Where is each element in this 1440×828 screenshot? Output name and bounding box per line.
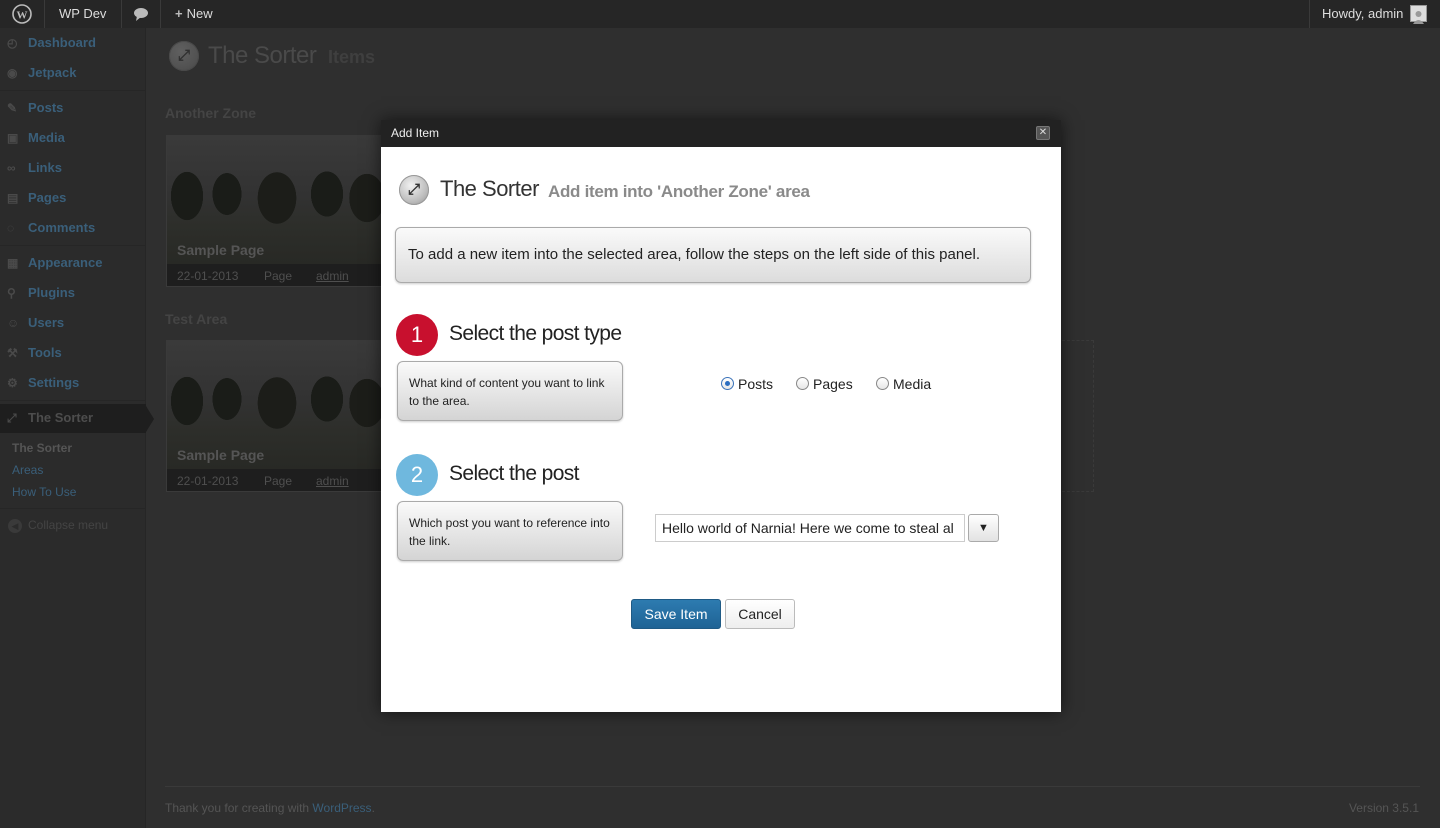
users-icon: ☺ xyxy=(7,316,20,330)
admin-bar: W WP Dev + New Howdy, admin xyxy=(0,0,1440,28)
footer-divider xyxy=(165,786,1420,787)
footer-thanks: Thank you for creating with WordPress. xyxy=(165,801,375,815)
collapse-arrow-icon: ◀ xyxy=(8,519,22,533)
tools-icon: ⚒ xyxy=(7,346,18,360)
svg-text:W: W xyxy=(17,10,28,22)
sidebar-item-posts[interactable]: ✎ Posts xyxy=(0,94,146,122)
sidebar-item-plugins[interactable]: ⚲ Plugins xyxy=(0,279,146,307)
footer-thanks-prefix: Thank you for creating with xyxy=(165,801,310,815)
wordpress-link[interactable]: WordPress xyxy=(312,801,371,815)
card-author-link[interactable]: admin xyxy=(316,264,349,286)
comments-bubble-icon[interactable] xyxy=(133,0,149,28)
sidebar-item-jetpack[interactable]: ◉ Jetpack xyxy=(0,59,146,87)
step-1-title: Select the post type xyxy=(449,322,622,345)
save-item-button[interactable]: Save Item xyxy=(631,599,721,629)
radio-label: Posts xyxy=(738,376,774,392)
site-name-link[interactable]: WP Dev xyxy=(59,0,106,28)
page-subtitle: Items xyxy=(328,47,376,67)
jetpack-icon: ◉ xyxy=(7,66,18,80)
step-1-description: What kind of content you want to link to… xyxy=(397,361,623,421)
avatar[interactable] xyxy=(1410,5,1427,24)
card-date: 22-01-2013 xyxy=(177,474,239,488)
modal-title: Add Item xyxy=(391,126,440,140)
card-type: Page xyxy=(264,474,293,488)
footer-version: Version 3.5.1 xyxy=(1348,801,1419,815)
sidebar-item-media[interactable]: ▣ Media xyxy=(0,124,146,152)
posts-icon: ✎ xyxy=(7,101,18,115)
card-thumbnail xyxy=(167,351,383,431)
sidebar-item-dashboard[interactable]: ◴ Dashboard xyxy=(0,29,146,57)
plugins-icon: ⚲ xyxy=(7,286,16,300)
comments-icon: ◌ xyxy=(7,221,15,235)
card-meta: 22-01-2013 Page admin xyxy=(167,469,383,491)
item-card[interactable]: Sample Page 22-01-2013 Page admin xyxy=(166,135,384,287)
submenu-item-the-sorter[interactable]: The Sorter xyxy=(12,441,72,455)
drop-zone-placeholder xyxy=(1062,340,1094,492)
step-1-description-text: What kind of content you want to link to… xyxy=(409,376,605,408)
radio-checked-icon xyxy=(721,377,734,390)
card-title: Sample Page xyxy=(177,242,265,258)
post-select-input[interactable]: Hello world of Narnia! Here we come to s… xyxy=(655,514,965,542)
modal-subtitle: Add item into 'Another Zone' area xyxy=(548,182,810,201)
card-title: Sample Page xyxy=(177,447,265,463)
page-title: The Sorter xyxy=(208,42,317,69)
sidebar-item-settings[interactable]: ⚙ Settings xyxy=(0,369,146,397)
pages-icon: ▤ xyxy=(7,191,19,205)
wordpress-logo-icon[interactable]: W xyxy=(10,0,36,28)
zone-title-test-area: Test Area xyxy=(165,311,228,327)
instructions-text: To add a new item into the selected area… xyxy=(408,246,981,263)
add-item-modal: Add Item ✕ ⤢ The Sorter Add item into 'A… xyxy=(381,120,1061,712)
step-1-number: 1 xyxy=(396,314,438,356)
radio-unchecked-icon xyxy=(876,377,889,390)
radio-unchecked-icon xyxy=(796,377,809,390)
new-content-button[interactable]: + New xyxy=(175,0,213,28)
howdy-account-link[interactable]: Howdy, admin xyxy=(1322,0,1403,28)
close-icon[interactable]: ✕ xyxy=(1036,126,1050,140)
card-type: Page xyxy=(264,269,293,283)
sorter-logo-icon: ⤢ xyxy=(169,41,199,71)
dropdown-arrow-button[interactable]: ▼ xyxy=(968,514,999,542)
card-thumbnail xyxy=(167,146,383,226)
zone-title-another-zone: Another Zone xyxy=(165,105,256,121)
instructions-box: To add a new item into the selected area… xyxy=(395,227,1031,283)
plus-icon: + xyxy=(175,6,183,21)
step-2-description: Which post you want to reference into th… xyxy=(397,501,623,561)
appearance-icon: ▦ xyxy=(7,256,19,270)
sidebar-item-appearance[interactable]: ▦ Appearance xyxy=(0,249,146,277)
sidebar-item-the-sorter[interactable]: ⤢ The Sorter xyxy=(0,404,146,433)
step-2-description-text: Which post you want to reference into th… xyxy=(409,516,610,548)
collapse-menu-label: Collapse menu xyxy=(28,518,109,532)
dashboard-icon: ◴ xyxy=(7,36,18,50)
step-2-number: 2 xyxy=(396,454,438,496)
sidebar-item-tools[interactable]: ⚒ Tools xyxy=(0,339,146,367)
radio-label: Media xyxy=(893,376,932,392)
submenu-item-areas[interactable]: Areas xyxy=(12,463,43,477)
admin-sidebar: ◴ Dashboard ◉ Jetpack ✎ Posts ▣ Media ∞ Links… xyxy=(0,28,154,828)
modal-title-bar: Add Item ✕ xyxy=(381,120,1061,147)
footer-thanks-suffix: . xyxy=(371,801,375,815)
sidebar-item-users[interactable]: ☺ Users xyxy=(0,309,146,337)
chevron-down-icon: ▼ xyxy=(978,522,989,534)
collapse-menu-button[interactable]: ◀ Collapse menu xyxy=(8,518,108,533)
item-card[interactable]: Sample Page 22-01-2013 Page admin xyxy=(166,340,384,492)
card-date: 22-01-2013 xyxy=(177,269,239,283)
sorter-icon: ⤢ xyxy=(7,411,17,425)
sidebar-item-pages[interactable]: ▤ Pages xyxy=(0,184,146,212)
card-meta: 22-01-2013 Page admin xyxy=(167,264,383,286)
settings-icon: ⚙ xyxy=(7,376,18,390)
radio-label: Pages xyxy=(813,376,853,392)
submenu-item-how-to-use[interactable]: How To Use xyxy=(12,485,76,499)
step-2-title: Select the post xyxy=(449,462,580,485)
media-icon: ▣ xyxy=(7,131,19,145)
howdy-label: Howdy, admin xyxy=(1322,6,1404,21)
sorter-logo-icon: ⤢ xyxy=(399,175,429,205)
cancel-button[interactable]: Cancel xyxy=(725,599,795,629)
sidebar-item-comments[interactable]: ◌ Comments xyxy=(0,214,146,242)
modal-brand: The Sorter xyxy=(440,176,539,201)
sidebar-item-links[interactable]: ∞ Links xyxy=(0,154,146,182)
links-icon: ∞ xyxy=(7,161,16,175)
card-author-link[interactable]: admin xyxy=(316,469,349,491)
new-label: New xyxy=(186,6,213,21)
